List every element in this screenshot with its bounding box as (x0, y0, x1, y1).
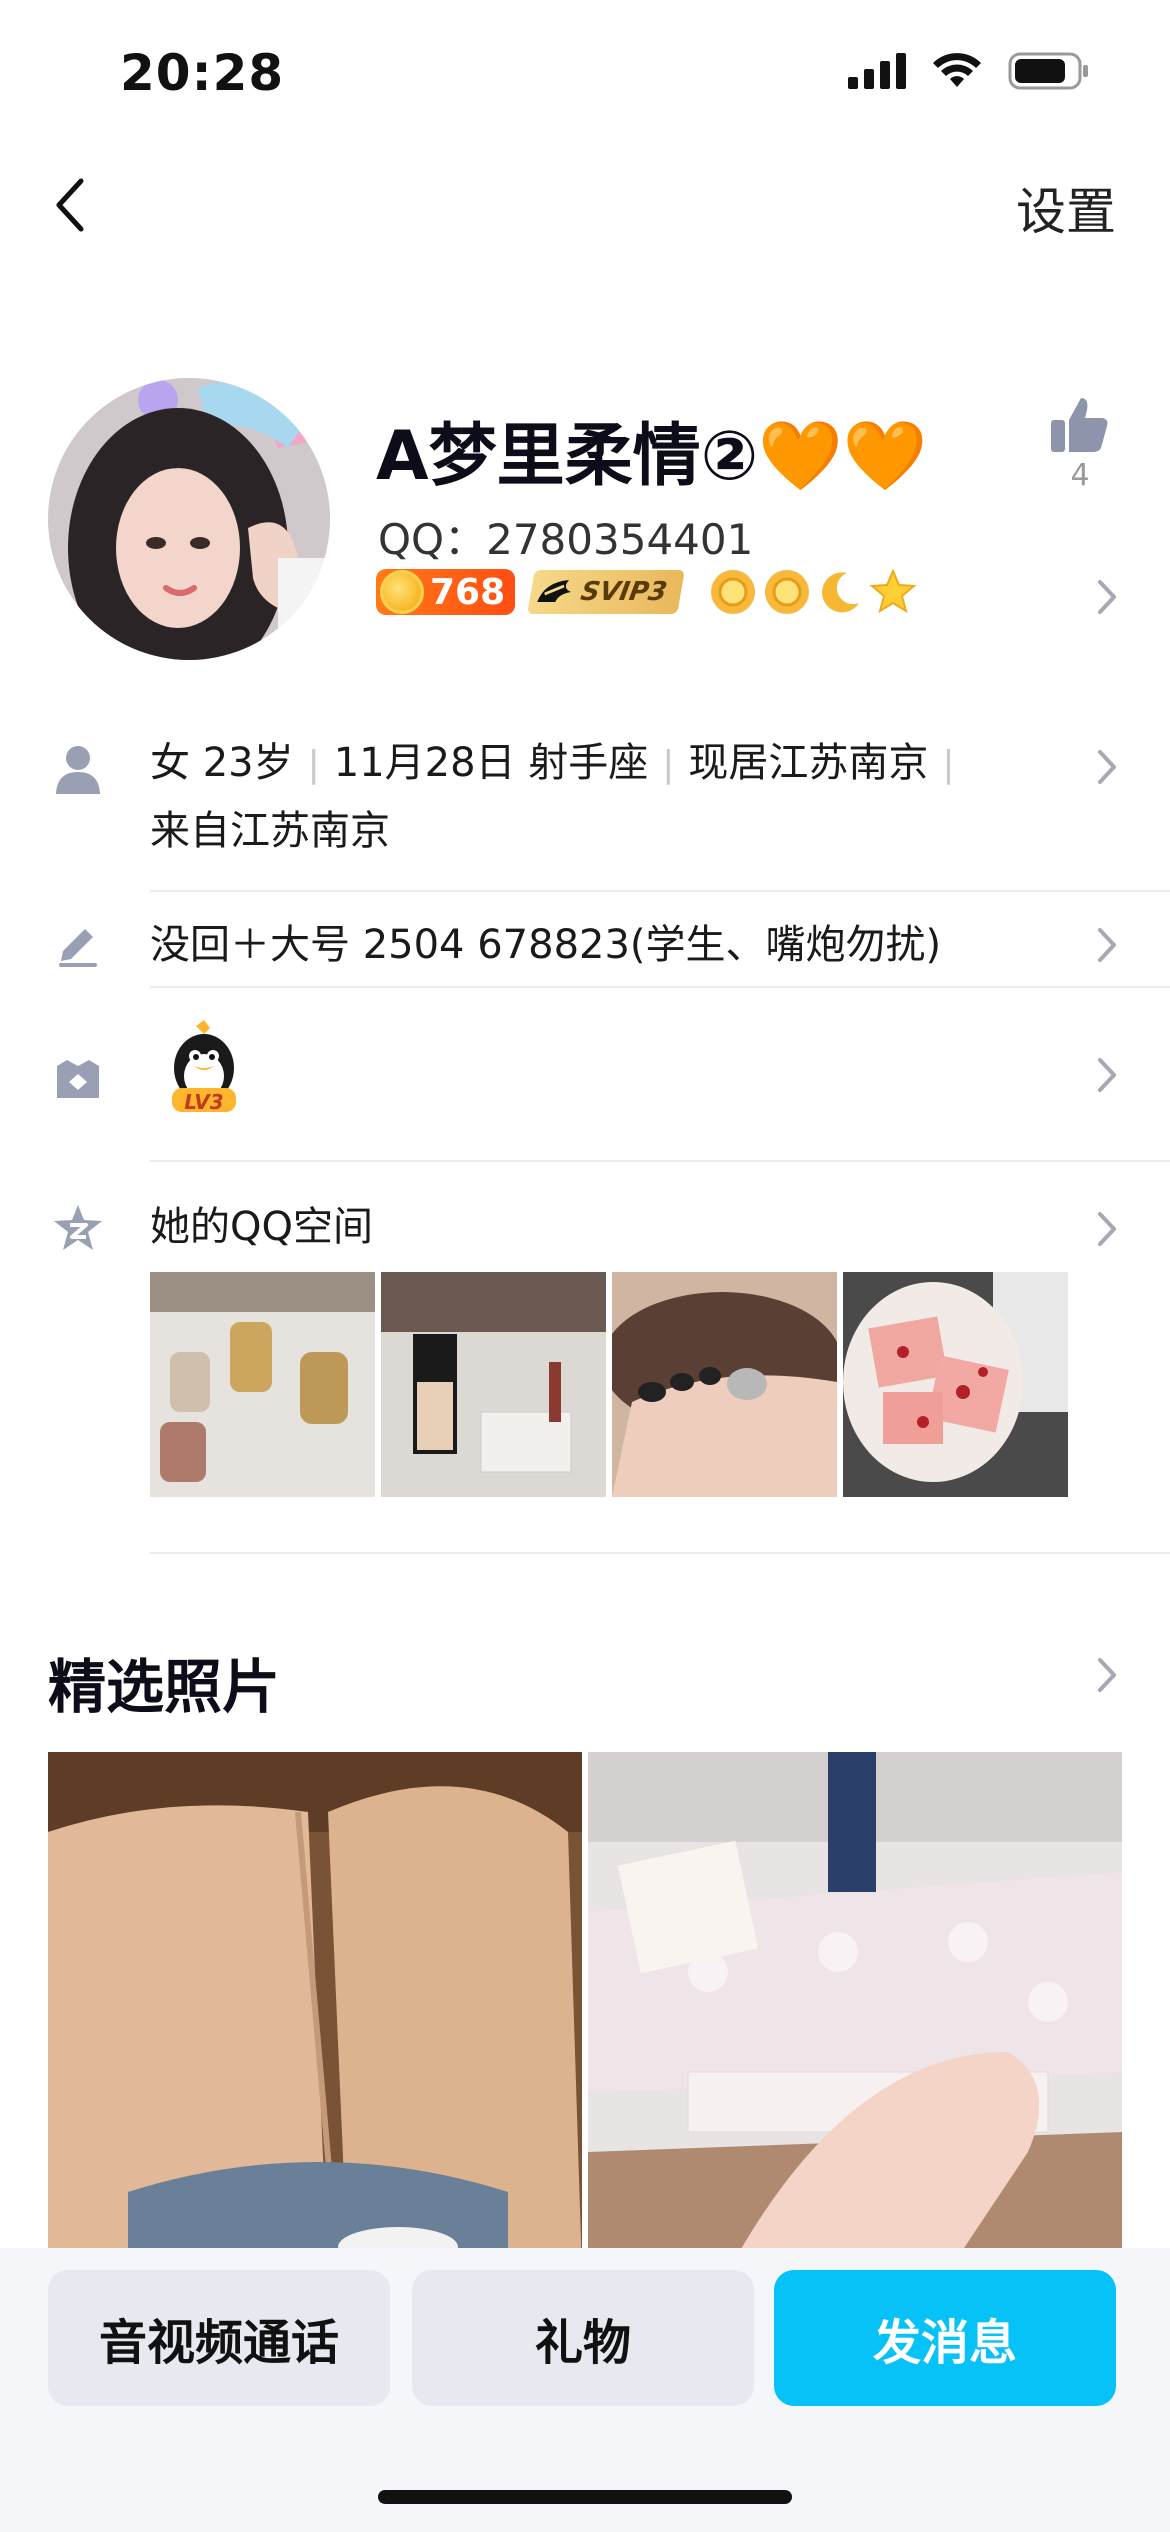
edit-icon (50, 916, 106, 972)
thumbs-up-icon (1051, 398, 1108, 452)
chevron-right-icon[interactable] (1096, 1656, 1118, 1694)
signature-row[interactable]: 没回＋大号 2504 678823(学生、嘴炮勿扰) (0, 906, 1170, 986)
person-icon (50, 742, 106, 798)
info-row[interactable]: 女 23岁 | 11月28日 射手座 | 现居江苏南京 | 来自江苏南京 (0, 730, 1170, 880)
wifi-icon (933, 53, 981, 87)
divider (150, 1160, 1170, 1162)
qzone-thumbnail[interactable] (843, 1272, 1068, 1497)
divider (150, 1552, 1170, 1554)
hometown: 来自江苏南京 (150, 808, 390, 854)
avatar[interactable] (48, 378, 330, 660)
divider (150, 986, 1170, 988)
svip-badge: SVIP3 (527, 570, 685, 614)
featured-photo[interactable] (48, 1752, 582, 2272)
coin-badge: 768 (376, 569, 516, 615)
info-text: 女 23岁 | 11月28日 射手座 | 现居江苏南京 | 来自江苏南京 (150, 730, 1050, 864)
video-call-button[interactable]: 音视频通话 (48, 2270, 390, 2406)
signature-text: 没回＋大号 2504 678823(学生、嘴炮勿扰) (150, 922, 942, 968)
back-button[interactable] (40, 170, 100, 240)
moon-icon (821, 572, 859, 613)
separator: | (307, 744, 320, 785)
profile-header: A梦里柔情②🧡🧡 QQ：2780354401 768 SVIP3 4 (0, 370, 1170, 670)
chevron-left-icon (56, 178, 84, 232)
level-row[interactable]: LV3 (0, 1000, 1170, 1160)
qzone-label: 她的QQ空间 (150, 1204, 373, 1250)
birthday: 11月28日 射手座 (333, 740, 649, 786)
featured-photos (48, 1752, 1122, 2272)
level-badge-label: LV3 (184, 1090, 224, 1114)
featured-photos-title: 精选照片 (48, 1653, 281, 1721)
like-button[interactable]: 4 (1040, 394, 1120, 493)
nav-bar: 设置 (0, 150, 1170, 260)
divider (150, 890, 1170, 892)
featured-photo[interactable] (588, 1752, 1122, 2272)
qzone-star-icon (50, 1200, 106, 1256)
separator: | (942, 744, 955, 785)
svip-label: SVIP3 (578, 577, 670, 607)
star-icon (869, 568, 917, 614)
qzone-row[interactable]: 她的QQ空间 (0, 1190, 1170, 1270)
chevron-right-icon[interactable] (1096, 578, 1118, 616)
qzone-thumbnail[interactable] (381, 1272, 606, 1497)
sun-icon (710, 570, 755, 614)
home-indicator[interactable] (378, 2490, 792, 2504)
profile-name: A梦里柔情②🧡🧡 (376, 417, 928, 496)
gender-age: 女 23岁 (150, 740, 294, 786)
badge-row[interactable]: 768 SVIP3 (376, 568, 917, 616)
chevron-right-icon (1098, 1058, 1116, 1092)
coin-icon (380, 570, 424, 614)
qq-number: QQ：2780354401 (378, 515, 754, 564)
coin-count: 768 (430, 571, 506, 613)
current-location: 现居江苏南京 (688, 740, 929, 786)
qzone-thumbnail[interactable] (150, 1272, 375, 1497)
svip-logo-icon (537, 580, 572, 602)
status-bar: 20:28 (0, 0, 1170, 150)
chevron-right-icon (1098, 750, 1116, 784)
crown-box-icon (50, 1050, 106, 1106)
penguin-level-badge: LV3 (164, 1020, 244, 1120)
gift-button[interactable]: 礼物 (412, 2270, 754, 2406)
like-count: 4 (1070, 458, 1090, 493)
qzone-thumbnail[interactable] (612, 1272, 837, 1497)
settings-button[interactable]: 设置 (1016, 172, 1116, 244)
level-icons (709, 568, 917, 616)
signal-icon (848, 53, 906, 89)
status-icons (848, 52, 1090, 90)
separator: | (662, 744, 675, 785)
send-message-button[interactable]: 发消息 (774, 2270, 1116, 2406)
bottom-action-bar: 音视频通话 礼物 发消息 (0, 2248, 1170, 2532)
sun-icon (764, 570, 809, 614)
chevron-right-icon (1098, 1212, 1116, 1246)
battery-icon (1008, 52, 1088, 90)
status-time: 20:28 (120, 44, 285, 102)
qzone-thumbnails (150, 1272, 1068, 1497)
chevron-right-icon (1098, 928, 1116, 962)
